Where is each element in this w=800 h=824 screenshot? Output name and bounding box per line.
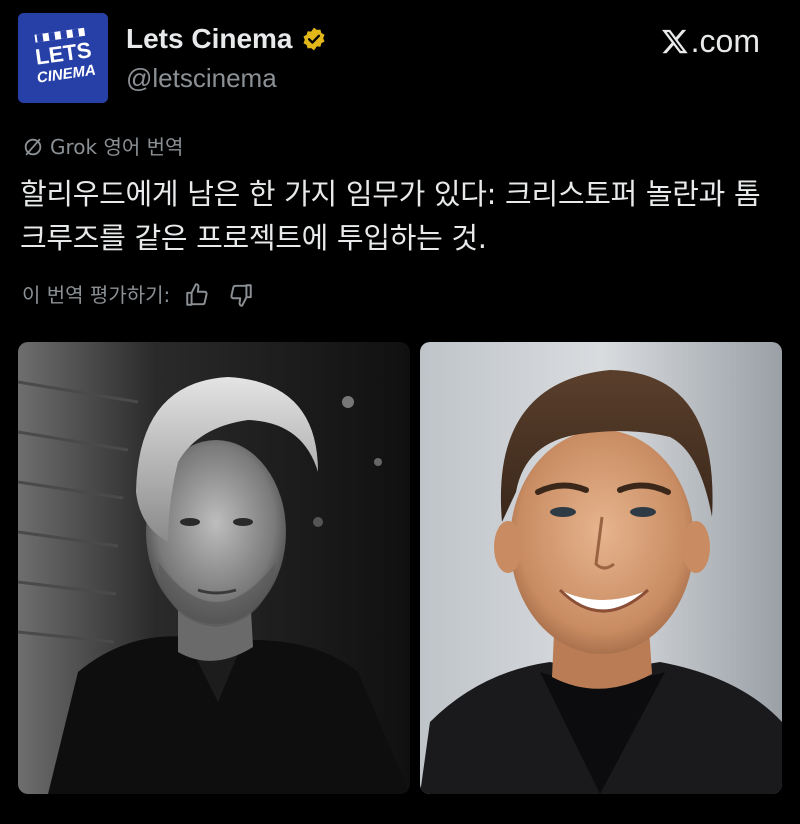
grok-icon (24, 138, 42, 156)
color-portrait-photo (420, 342, 782, 794)
post-text: 할리우드에게 남은 한 가지 임무가 있다: 크리스토퍼 놀란과 톰 크루즈를 … (20, 177, 761, 255)
display-name-row[interactable]: Lets Cinema (126, 22, 327, 56)
thumbs-up-button[interactable] (182, 280, 212, 310)
display-name[interactable]: Lets Cinema (126, 23, 293, 54)
translation-label: Grok 영어 번역 (50, 135, 184, 159)
thumbs-down-button[interactable] (226, 280, 256, 310)
translation-source[interactable]: Grok 영어 번역 (22, 134, 183, 160)
verified-badge-icon (302, 27, 325, 51)
thumbs-up-icon (186, 283, 208, 306)
rate-translation-row: 이 번역 평가하기: (22, 280, 256, 310)
lets-cinema-logo: LETS CINEMA (18, 13, 108, 103)
brand-watermark: .com (661, 22, 760, 60)
avatar[interactable]: LETS CINEMA (18, 13, 108, 103)
account-handle[interactable]: @letscinema (126, 62, 277, 94)
thumbs-down-icon (230, 284, 252, 307)
x-logo-icon (661, 29, 688, 54)
photo-right[interactable] (420, 342, 782, 794)
photo-left[interactable] (18, 342, 410, 794)
rate-label: 이 번역 평가하기: (22, 283, 171, 307)
brand-label: .com (690, 23, 760, 59)
bw-portrait-photo (18, 342, 410, 794)
